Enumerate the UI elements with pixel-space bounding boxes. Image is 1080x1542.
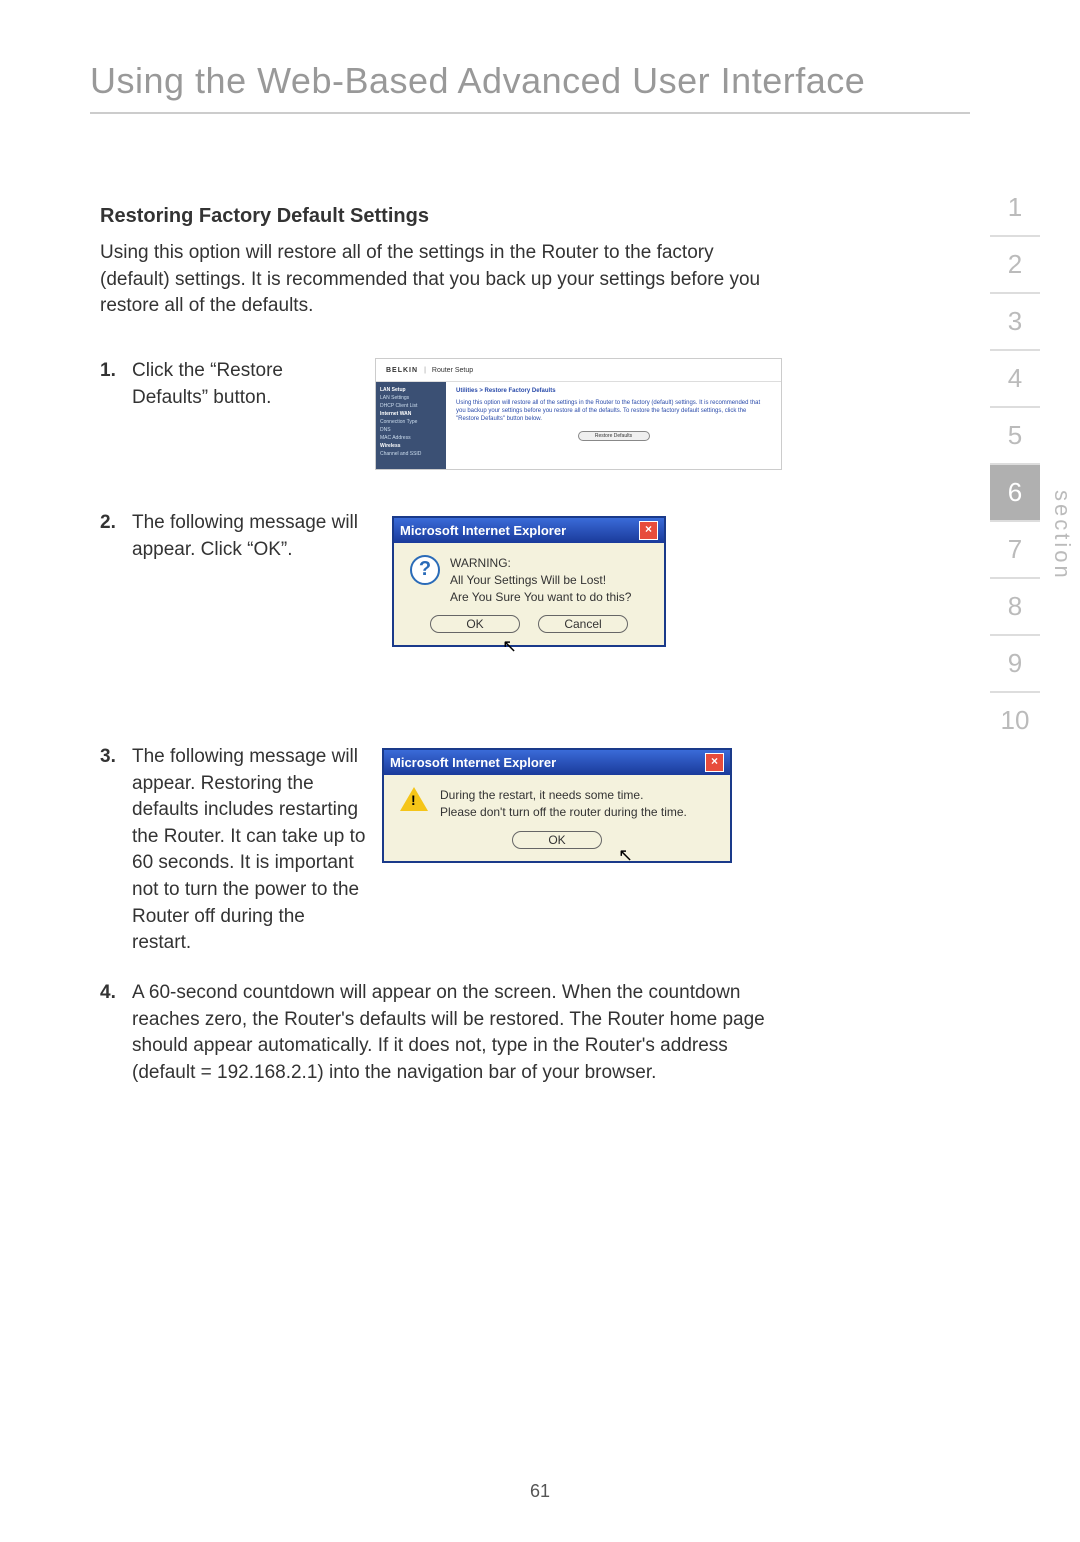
nav-5[interactable]: 5 <box>990 408 1040 465</box>
step-1-text: Click the “Restore Defaults” button. <box>132 358 362 411</box>
page-number: 61 <box>0 1481 1080 1502</box>
router-restore-screenshot: BELKIN | Router Setup LAN Setup LAN Sett… <box>375 358 782 470</box>
step-1-number: 1. <box>100 358 132 385</box>
belkin-logo: BELKIN <box>386 367 418 374</box>
nav-7[interactable]: 7 <box>990 522 1040 579</box>
ok-button[interactable]: OK <box>430 615 520 633</box>
nav-9[interactable]: 9 <box>990 636 1040 693</box>
step-3-number: 3. <box>100 744 132 771</box>
dialog2-line1: During the restart, it needs some time. <box>440 787 687 804</box>
ok-button[interactable]: OK <box>512 831 602 849</box>
nav-3[interactable]: 3 <box>990 294 1040 351</box>
nav-10[interactable]: 10 <box>990 693 1040 748</box>
nav-8[interactable]: 8 <box>990 579 1040 636</box>
step-2-number: 2. <box>100 510 132 537</box>
warning-dialog: Microsoft Internet Explorer × ? WARNING:… <box>392 516 666 647</box>
dialog1-line3: Are You Sure You want to do this? <box>450 589 631 606</box>
restore-defaults-button[interactable]: Restore Defaults <box>578 431 650 441</box>
cancel-button[interactable]: Cancel <box>538 615 628 633</box>
dialog2-title: Microsoft Internet Explorer <box>390 755 556 770</box>
intro-paragraph: Using this option will restore all of th… <box>100 240 770 320</box>
router-breadcrumb: Utilities > Restore Factory Defaults <box>456 388 771 394</box>
dialog2-line2: Please don't turn off the router during … <box>440 804 687 821</box>
router-setup-label: Router Setup <box>432 367 473 374</box>
step-4-number: 4. <box>100 980 132 1007</box>
dialog1-line2: All Your Settings Will be Lost! <box>450 572 631 589</box>
restart-dialog: Microsoft Internet Explorer × During the… <box>382 748 732 863</box>
dialog1-line1: WARNING: <box>450 555 631 572</box>
dialog1-title: Microsoft Internet Explorer <box>400 523 566 538</box>
page-title: Using the Web-Based Advanced User Interf… <box>90 60 970 114</box>
router-restore-description: Using this option will restore all of th… <box>456 400 771 423</box>
step-4-text: A 60-second countdown will appear on the… <box>132 980 772 1086</box>
section-label: section <box>1049 490 1075 581</box>
section-nav: 1 2 3 4 5 6 7 8 9 10 <box>990 180 1040 748</box>
nav-1[interactable]: 1 <box>990 180 1040 237</box>
warning-icon <box>400 787 428 815</box>
step-3-text: The following message will appear. Resto… <box>132 744 367 957</box>
step-2-text: The following message will appear. Click… <box>132 510 362 563</box>
close-icon[interactable]: × <box>705 753 724 772</box>
nav-6[interactable]: 6 <box>990 465 1040 522</box>
nav-4[interactable]: 4 <box>990 351 1040 408</box>
section-heading: Restoring Factory Default Settings <box>100 205 429 228</box>
nav-2[interactable]: 2 <box>990 237 1040 294</box>
close-icon[interactable]: × <box>639 521 658 540</box>
router-sidebar: LAN Setup LAN Settings DHCP Client List … <box>376 382 446 470</box>
question-icon: ? <box>410 555 438 583</box>
